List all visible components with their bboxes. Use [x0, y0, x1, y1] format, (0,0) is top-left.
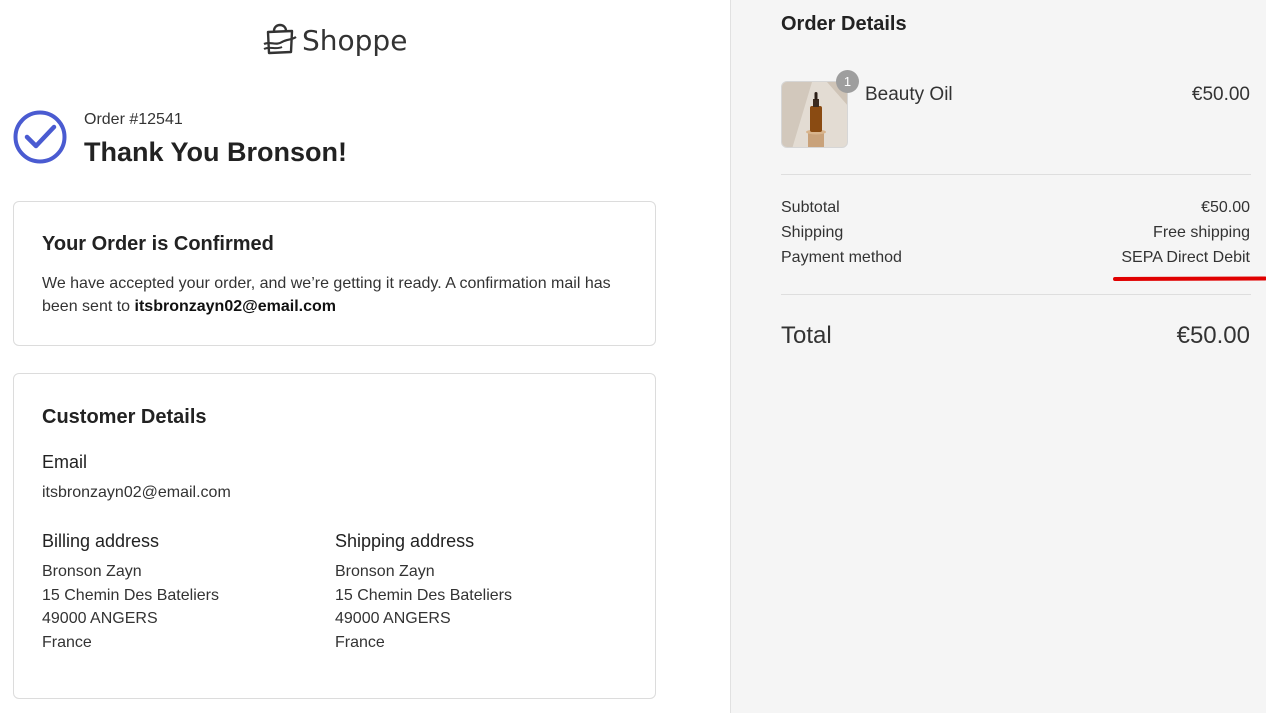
order-number: Order #12541 — [84, 111, 183, 128]
brand-name: Shoppe — [302, 23, 408, 57]
divider — [781, 294, 1251, 295]
order-confirmation-page: Shoppe Order #12541 Thank You Bronson! Y… — [0, 0, 1266, 713]
check-circle-icon — [13, 110, 67, 164]
annotation-underline — [1113, 269, 1266, 281]
shipping-value: Free shipping — [1153, 224, 1250, 241]
order-details-title: Order Details — [781, 13, 907, 35]
shipping-line: 15 Chemin Des Bateliers — [335, 586, 512, 604]
payment-method-value: SEPA Direct Debit — [1121, 249, 1250, 266]
shipping-label: Shipping — [781, 224, 844, 241]
divider — [781, 174, 1251, 175]
billing-address-label: Billing address — [42, 531, 160, 551]
email-label: Email — [42, 452, 88, 472]
billing-line: 15 Chemin Des Bateliers — [42, 586, 219, 604]
shopping-bag-icon — [262, 22, 298, 58]
billing-address: Bronson Zayn 15 Chemin Des Bateliers 490… — [42, 560, 219, 654]
shipping-line: Bronson Zayn — [335, 563, 435, 580]
order-confirmed-card: Your Order is Confirmed We have accepted… — [13, 201, 656, 346]
order-summary-panel: Order Details 1 Beauty Oil €50.00 Subtot… — [730, 0, 1266, 713]
product-name[interactable]: Beauty Oil — [865, 84, 953, 106]
main-column: Shoppe Order #12541 Thank You Bronson! Y… — [0, 0, 730, 713]
thank-you-heading: Thank You Bronson! — [84, 137, 347, 167]
confirmation-message: We have accepted your order, and we’re g… — [42, 272, 622, 318]
billing-line: France — [42, 633, 92, 651]
confirmation-title: Your Order is Confirmed — [42, 233, 274, 255]
total-label: Total — [781, 322, 832, 349]
shipping-line: France — [335, 633, 385, 651]
product-image — [781, 81, 848, 148]
shipping-address: Bronson Zayn 15 Chemin Des Bateliers 490… — [335, 560, 512, 654]
total-value: €50.00 — [1176, 322, 1250, 349]
subtotal-label: Subtotal — [781, 199, 840, 216]
shipping-address-label: Shipping address — [335, 531, 475, 551]
billing-line: 49000 ANGERS — [42, 610, 158, 627]
product-price: €50.00 — [1191, 84, 1250, 105]
customer-details-title: Customer Details — [42, 406, 207, 428]
brand-logo[interactable]: Shoppe — [262, 22, 407, 58]
subtotal-value: €50.00 — [1201, 199, 1250, 216]
quantity-badge: 1 — [836, 70, 859, 93]
shipping-line: 49000 ANGERS — [335, 610, 451, 627]
billing-line: Bronson Zayn — [42, 563, 142, 580]
customer-details-card: Customer Details Email itsbronzayn02@ema… — [13, 373, 656, 699]
confirmation-email: itsbronzayn02@email.com — [134, 298, 336, 315]
customer-email: itsbronzayn02@email.com — [42, 484, 231, 501]
payment-method-label: Payment method — [781, 249, 902, 266]
